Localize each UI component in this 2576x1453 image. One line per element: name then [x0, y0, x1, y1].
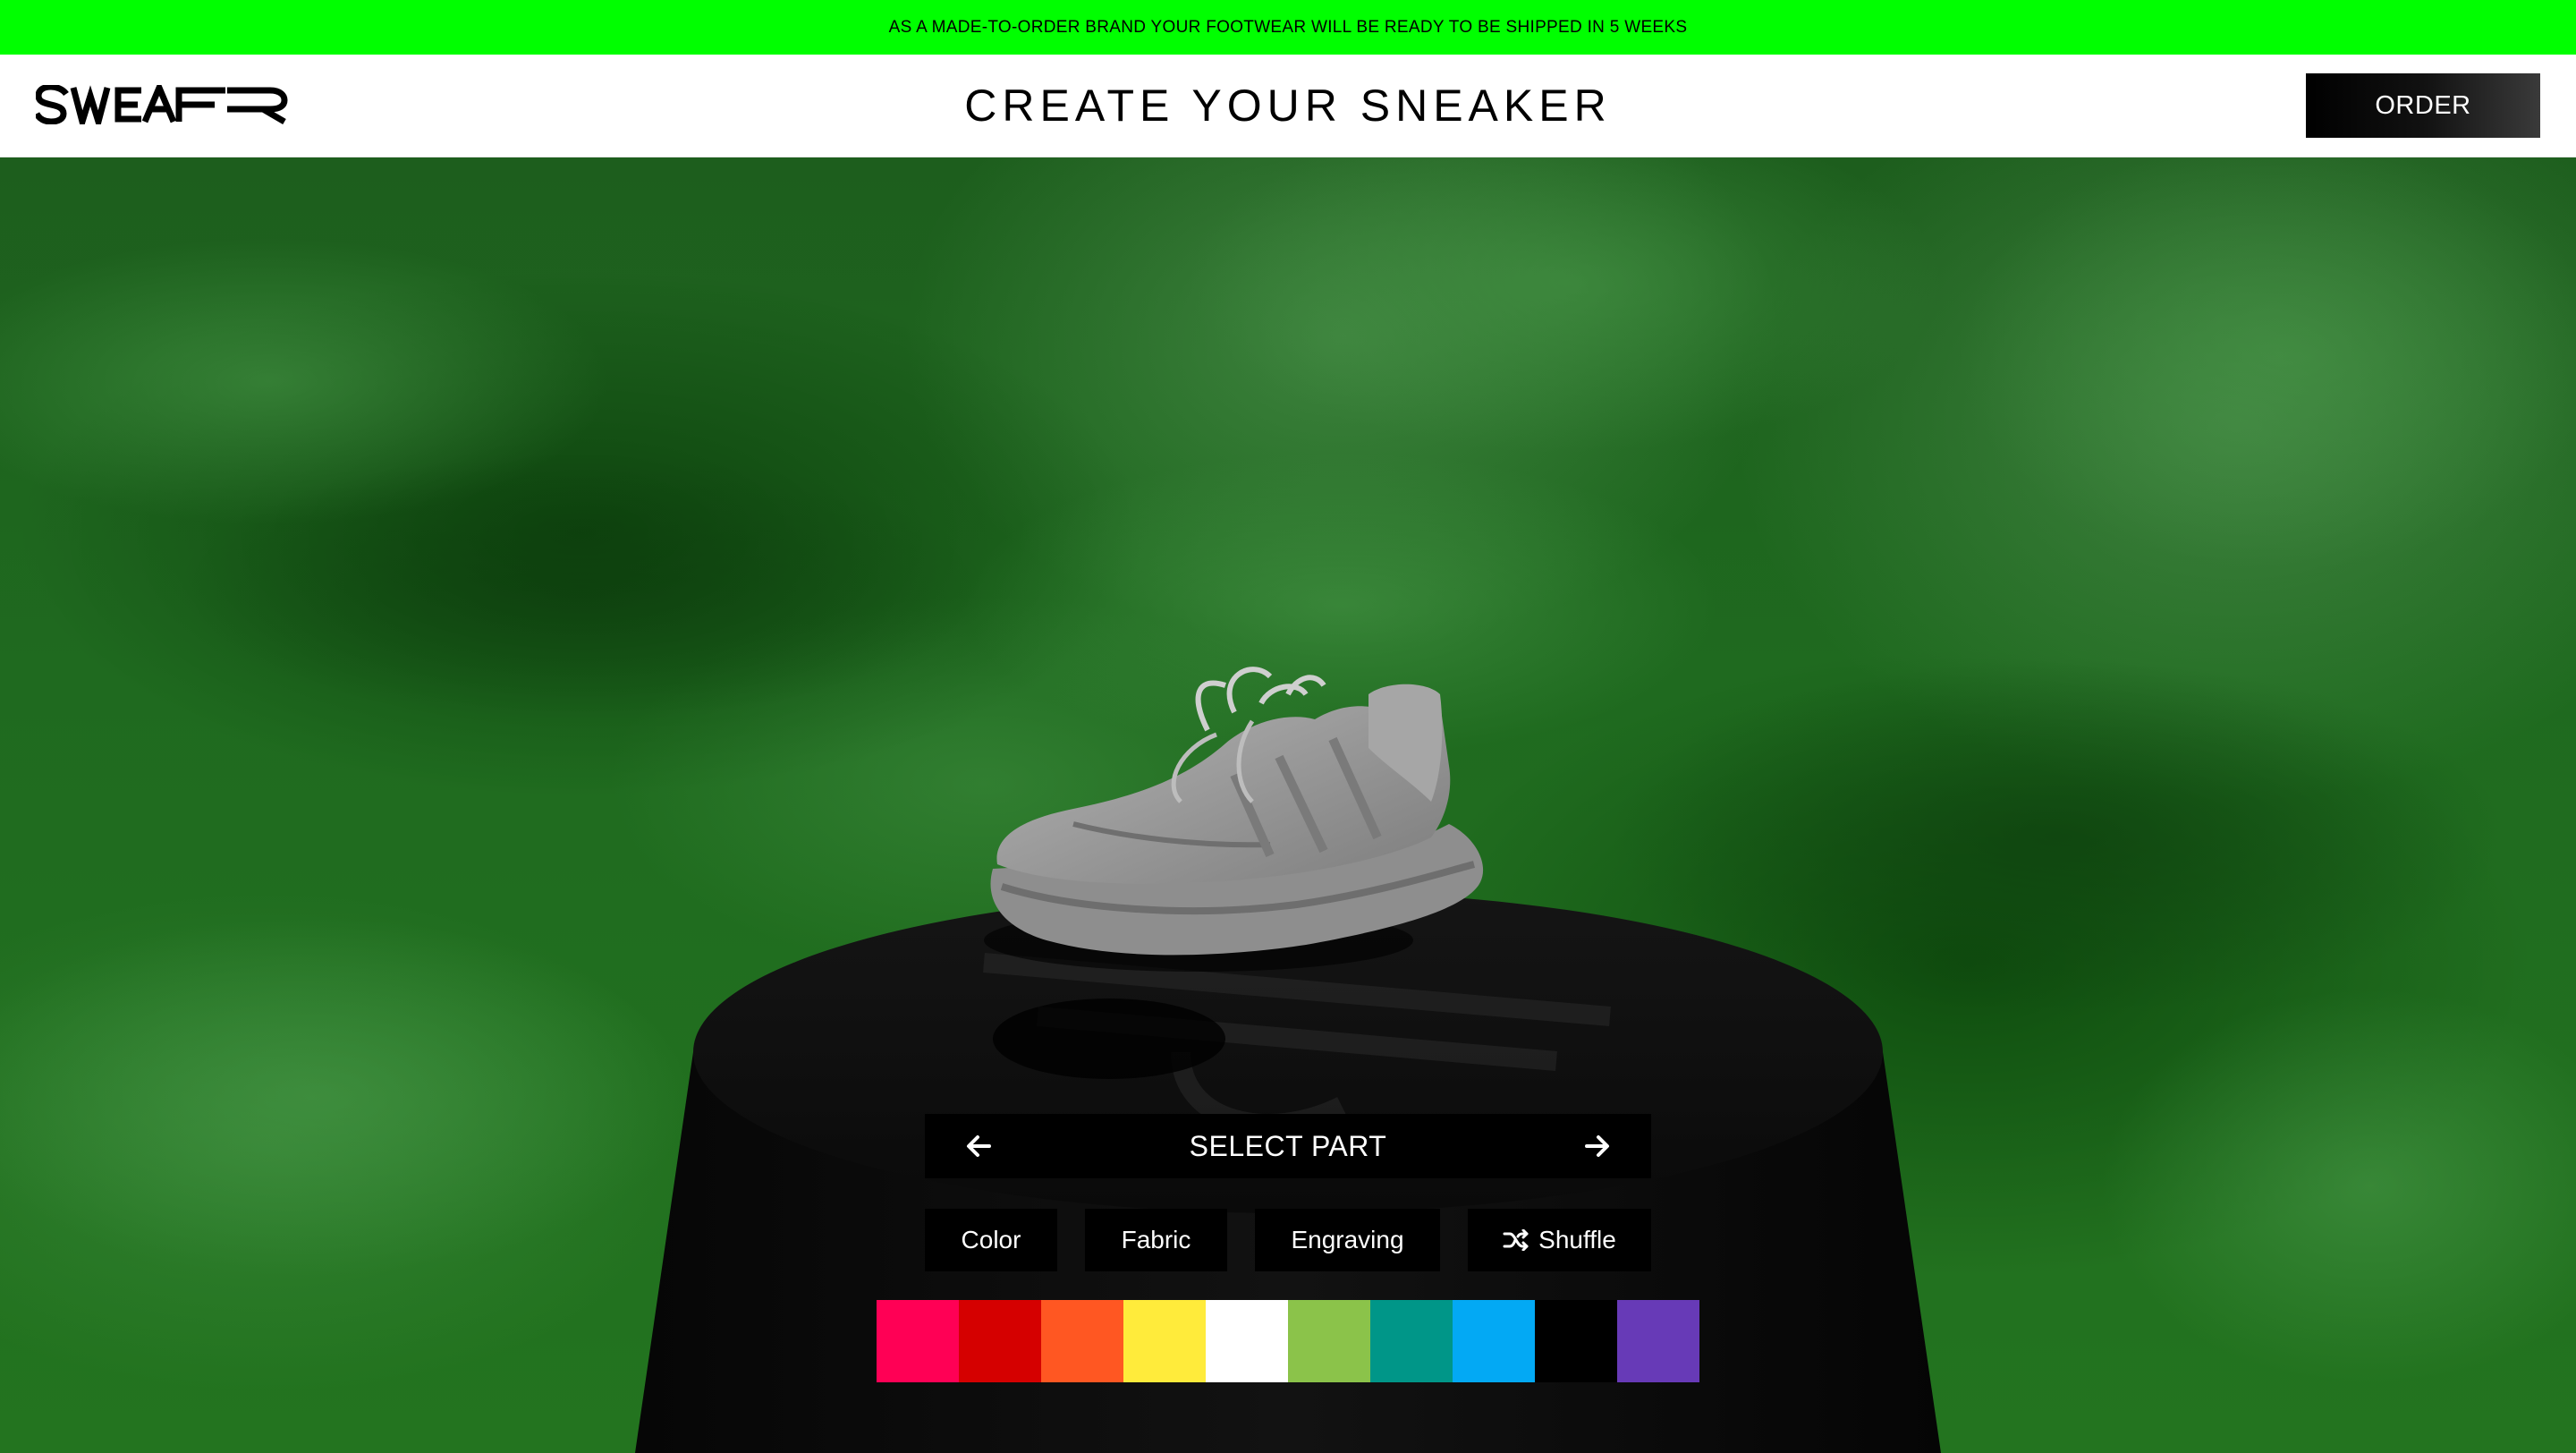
shuffle-button[interactable]: Shuffle [1468, 1209, 1651, 1271]
shuffle-icon [1503, 1229, 1529, 1251]
part-selector: SELECT PART [925, 1114, 1651, 1178]
swatch-yellow[interactable] [1123, 1300, 1206, 1382]
swatch-white[interactable] [1206, 1300, 1288, 1382]
swatch-teal[interactable] [1370, 1300, 1453, 1382]
tab-shuffle-label: Shuffle [1538, 1226, 1616, 1253]
swatch-light-green[interactable] [1288, 1300, 1370, 1382]
order-button[interactable]: ORDER [2306, 73, 2540, 138]
announcement-text: AS A MADE-TO-ORDER BRAND YOUR FOOTWEAR W… [888, 17, 1688, 37]
previous-part-button[interactable] [961, 1128, 996, 1164]
color-swatches [877, 1300, 1699, 1382]
swatch-pink[interactable] [877, 1300, 959, 1382]
arrow-right-icon [1585, 1135, 1609, 1157]
arrow-left-icon [967, 1135, 991, 1157]
swatch-orange[interactable] [1041, 1300, 1123, 1382]
tab-engraving-label: Engraving [1291, 1226, 1404, 1253]
page-title: CREATE YOUR SNEAKER [964, 81, 1612, 131]
header: CREATE YOUR SNEAKER ORDER [0, 55, 2576, 158]
select-part-label: SELECT PART [1189, 1129, 1387, 1162]
swatch-red[interactable] [959, 1300, 1041, 1382]
tab-color[interactable]: Color [925, 1209, 1057, 1271]
swatch-black[interactable] [1535, 1300, 1617, 1382]
next-part-button[interactable] [1580, 1128, 1615, 1164]
tab-fabric[interactable]: Fabric [1085, 1209, 1227, 1271]
sneaker-viewer[interactable]: SELECT PART Color Fabric Engraving Shuff… [0, 157, 2576, 1453]
tab-engraving[interactable]: Engraving [1255, 1209, 1440, 1271]
tab-fabric-label: Fabric [1121, 1226, 1191, 1253]
swatch-blue[interactable] [1453, 1300, 1535, 1382]
swatch-purple[interactable] [1617, 1300, 1699, 1382]
announcement-bar: AS A MADE-TO-ORDER BRAND YOUR FOOTWEAR W… [0, 0, 2576, 55]
tab-color-label: Color [961, 1226, 1021, 1253]
